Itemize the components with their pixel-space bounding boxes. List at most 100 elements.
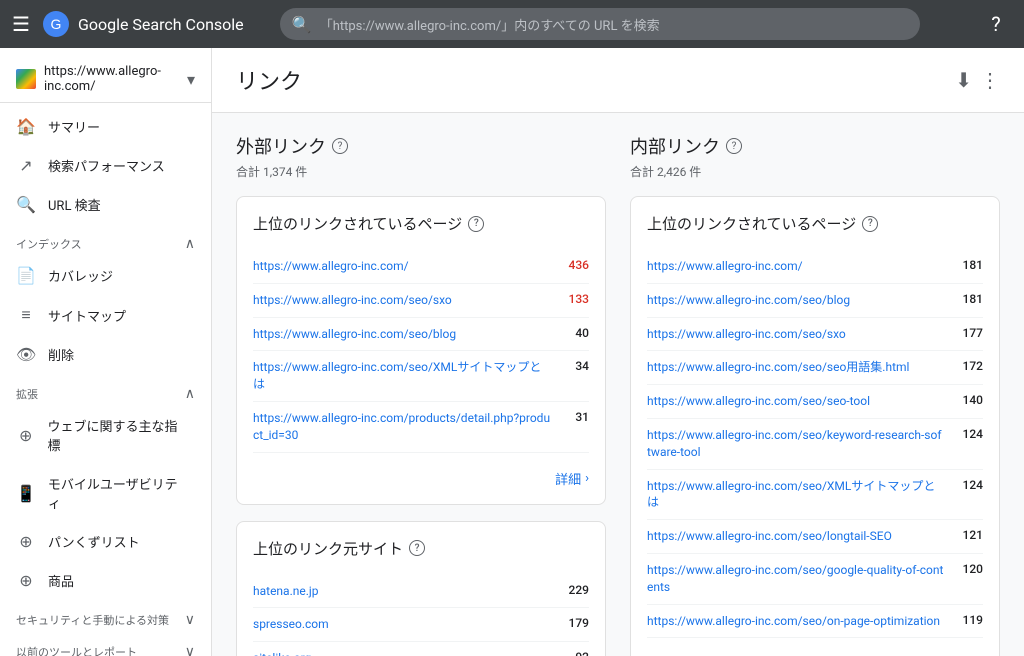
page-header: リンク ⬇ ⋮ xyxy=(212,48,1024,113)
section-index-arrow: ∧ xyxy=(185,236,195,252)
section-legacy-label: 以前のツールとレポート xyxy=(16,644,137,656)
int-page-row-3: https://www.allegro-inc.com/seo/seo用語集.h… xyxy=(647,351,983,385)
products-icon: ⊕ xyxy=(16,571,36,590)
sidebar-item-mobile-usability[interactable]: 📱 モバイルユーザビリティ xyxy=(0,464,203,522)
internal-top-pages-detail-link[interactable]: 詳細 › xyxy=(647,646,983,656)
int-page-url-0[interactable]: https://www.allegro-inc.com/ xyxy=(647,258,945,275)
ext-page-url-2[interactable]: https://www.allegro-inc.com/seo/blog xyxy=(253,326,551,343)
svg-text:G: G xyxy=(50,16,61,32)
ext-page-count-0: 436 xyxy=(559,258,589,272)
ext-page-row-2: https://www.allegro-inc.com/seo/blog 40 xyxy=(253,318,589,352)
sidebar-item-url-inspection[interactable]: 🔍 URL 検査 xyxy=(0,185,203,224)
external-links-header: 外部リンク ? 合計 1,374 件 xyxy=(236,133,606,180)
breadcrumbs-icon: ⊕ xyxy=(16,532,36,551)
section-security-arrow: ∨ xyxy=(185,612,195,628)
search-icon: 🔍 xyxy=(292,15,312,34)
ext-page-url-4[interactable]: https://www.allegro-inc.com/products/det… xyxy=(253,410,551,444)
int-page-count-6: 124 xyxy=(953,478,983,492)
vitals-icon: ⊕ xyxy=(16,426,36,445)
external-top-pages-title: 上位のリンクされているページ ? xyxy=(253,213,589,234)
sidebar-item-summary[interactable]: 🏠 サマリー xyxy=(0,107,203,146)
external-links-help-icon[interactable]: ? xyxy=(332,138,348,154)
sidebar: https://www.allegro-inc.com/ ▾ 🏠 サマリー ↗ … xyxy=(0,48,212,656)
section-enhance: 拡張 ∧ xyxy=(0,374,211,406)
external-top-pages-help-icon[interactable]: ? xyxy=(468,216,484,232)
ext-src-row-2: sitelike.org 92 xyxy=(253,642,589,656)
int-page-url-7[interactable]: https://www.allegro-inc.com/seo/longtail… xyxy=(647,528,945,545)
sidebar-item-sitemap[interactable]: ≡ サイトマップ xyxy=(0,295,203,335)
ext-page-url-1[interactable]: https://www.allegro-inc.com/seo/sxo xyxy=(253,292,551,309)
ext-src-count-0: 229 xyxy=(559,583,589,597)
internal-links-title: 内部リンク ? xyxy=(630,133,1000,159)
ext-page-url-0[interactable]: https://www.allegro-inc.com/ xyxy=(253,258,551,275)
sidebar-label-breadcrumbs: パンくずリスト xyxy=(48,532,140,551)
detail-chevron-icon: › xyxy=(585,471,589,486)
int-page-url-9[interactable]: https://www.allegro-inc.com/seo/on-page-… xyxy=(647,613,945,630)
sidebar-label-summary: サマリー xyxy=(48,117,100,136)
int-page-count-7: 121 xyxy=(953,528,983,542)
ext-page-url-3[interactable]: https://www.allegro-inc.com/seo/XMLサイトマッ… xyxy=(253,359,551,393)
internal-links-header: 内部リンク ? 合計 2,426 件 xyxy=(630,133,1000,180)
page-actions: ⬇ ⋮ xyxy=(955,68,1000,92)
section-legacy: 以前のツールとレポート ∨ xyxy=(0,632,211,656)
int-page-row-0: https://www.allegro-inc.com/ 181 xyxy=(647,250,983,284)
external-top-pages-detail-link[interactable]: 詳細 › xyxy=(253,461,589,488)
int-page-row-2: https://www.allegro-inc.com/seo/sxo 177 xyxy=(647,318,983,352)
int-page-url-8[interactable]: https://www.allegro-inc.com/seo/google-q… xyxy=(647,562,945,596)
site-dropdown-icon: ▾ xyxy=(187,70,195,89)
int-page-count-0: 181 xyxy=(953,258,983,272)
internal-top-pages-help-icon[interactable]: ? xyxy=(862,216,878,232)
ext-page-row-0: https://www.allegro-inc.com/ 436 xyxy=(253,250,589,284)
int-page-url-4[interactable]: https://www.allegro-inc.com/seo/seo-tool xyxy=(647,393,945,410)
int-page-count-1: 181 xyxy=(953,292,983,306)
int-page-url-5[interactable]: https://www.allegro-inc.com/seo/keyword-… xyxy=(647,427,945,461)
sidebar-item-breadcrumbs[interactable]: ⊕ パンくずリスト xyxy=(0,522,203,561)
trending-icon: ↗ xyxy=(16,156,36,175)
int-page-row-5: https://www.allegro-inc.com/seo/keyword-… xyxy=(647,419,983,470)
ext-page-count-1: 133 xyxy=(559,292,589,306)
external-links-count: 合計 1,374 件 xyxy=(236,163,606,180)
internal-links-help-icon[interactable]: ? xyxy=(726,138,742,154)
menu-icon[interactable]: ☰ xyxy=(12,12,30,36)
int-page-url-3[interactable]: https://www.allegro-inc.com/seo/seo用語集.h… xyxy=(647,359,945,376)
section-enhance-arrow: ∧ xyxy=(185,386,195,402)
ext-src-url-0[interactable]: hatena.ne.jp xyxy=(253,583,551,600)
int-page-url-6[interactable]: https://www.allegro-inc.com/seo/XMLサイトマッ… xyxy=(647,478,945,512)
sidebar-label-web-vitals: ウェブに関する主な指標 xyxy=(48,416,188,454)
int-page-row-6: https://www.allegro-inc.com/seo/XMLサイトマッ… xyxy=(647,470,983,521)
layout: https://www.allegro-inc.com/ ▾ 🏠 サマリー ↗ … xyxy=(0,48,1024,656)
sidebar-label-removal: 削除 xyxy=(48,345,74,364)
page-title: リンク xyxy=(236,64,302,96)
ext-page-count-3: 34 xyxy=(559,359,589,373)
help-button[interactable]: ? xyxy=(980,8,1012,40)
download-button[interactable]: ⬇ xyxy=(955,68,972,92)
ext-src-url-1[interactable]: spresseo.com xyxy=(253,616,551,633)
ext-src-count-1: 179 xyxy=(559,616,589,630)
search-bar[interactable]: 🔍 「https://www.allegro-inc.com/」内のすべての U… xyxy=(280,8,920,40)
sidebar-item-web-vitals[interactable]: ⊕ ウェブに関する主な指標 xyxy=(0,406,203,464)
external-top-pages-card: 上位のリンクされているページ ? https://www.allegro-inc… xyxy=(236,196,606,505)
header: ☰ G Google Search Console 🔍 「https://www… xyxy=(0,0,1024,48)
sidebar-label-search-performance: 検索パフォーマンス xyxy=(48,156,165,175)
more-button[interactable]: ⋮ xyxy=(980,68,1000,92)
ext-src-url-2[interactable]: sitelike.org xyxy=(253,650,551,656)
external-top-sources-help-icon[interactable]: ? xyxy=(409,540,425,556)
ext-page-count-4: 31 xyxy=(559,410,589,424)
int-page-count-3: 172 xyxy=(953,359,983,373)
sidebar-label-url-inspection: URL 検査 xyxy=(48,195,101,214)
section-legacy-arrow: ∨ xyxy=(185,644,195,656)
section-security: セキュリティと手動による対策 ∨ xyxy=(0,600,211,632)
int-page-row-8: https://www.allegro-inc.com/seo/google-q… xyxy=(647,554,983,605)
sidebar-item-search-performance[interactable]: ↗ 検索パフォーマンス xyxy=(0,146,203,185)
app-title: Google Search Console xyxy=(78,15,244,34)
external-links-title: 外部リンク ? xyxy=(236,133,606,159)
sidebar-item-products[interactable]: ⊕ 商品 xyxy=(0,561,203,600)
int-page-count-4: 140 xyxy=(953,393,983,407)
int-page-url-2[interactable]: https://www.allegro-inc.com/seo/sxo xyxy=(647,326,945,343)
sidebar-item-coverage[interactable]: 📄 カバレッジ xyxy=(0,256,203,295)
external-top-sources-title: 上位のリンク元サイト ? xyxy=(253,538,589,559)
sidebar-item-removal[interactable]: 👁 削除 xyxy=(0,335,203,374)
ext-src-row-1: spresseo.com 179 xyxy=(253,608,589,642)
int-page-url-1[interactable]: https://www.allegro-inc.com/seo/blog xyxy=(647,292,945,309)
site-selector[interactable]: https://www.allegro-inc.com/ ▾ xyxy=(0,56,211,103)
